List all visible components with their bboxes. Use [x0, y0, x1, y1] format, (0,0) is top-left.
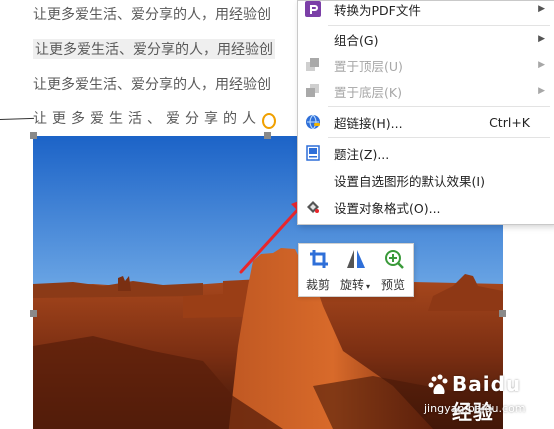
menu-separator [328, 137, 550, 138]
menu-item-group[interactable]: 组合(G) ▶ [298, 27, 554, 51]
menu-item-set-default-shape-effect[interactable]: 设置自选图形的默认效果(I) [298, 168, 554, 192]
document-text-line: 让更多爱生活、爱分享的人，用经验创 [33, 77, 271, 93]
pdf-icon [305, 1, 321, 17]
watermark-url: jingyan.baidu.com [424, 402, 526, 415]
preview-label: 预览 [380, 278, 405, 292]
preview-button[interactable]: 预览 [375, 244, 411, 296]
caption-icon [306, 145, 320, 161]
rotate-label: 旋转 ▾ [337, 276, 373, 293]
rotate-icon [347, 250, 365, 268]
send-to-back-icon [306, 84, 319, 97]
menu-item-send-to-back: 置于底层(K) ▶ [298, 79, 554, 103]
submenu-arrow-icon: ▶ [538, 86, 545, 96]
document-text-line: 让更多爱生活、爱分享的人，用经验创 [33, 7, 271, 23]
context-menu: 转换为PDF文件 ▶ 组合(G) ▶ 置于顶层(U) ▶ 置于底层(K) ▶ 超… [297, 0, 554, 225]
menu-item-label: 转换为PDF文件 [334, 2, 421, 18]
menu-item-format-object[interactable]: 设置对象格式(O)... [298, 195, 554, 219]
menu-item-label: 置于顶层(U) [334, 58, 403, 74]
menu-item-convert-to-pdf[interactable]: 转换为PDF文件 ▶ [298, 0, 554, 21]
crop-icon [310, 250, 328, 268]
menu-item-label: 组合(G) [334, 32, 379, 48]
resize-handle-top-middle[interactable] [264, 132, 271, 139]
menu-separator [328, 106, 550, 107]
menu-item-caption[interactable]: 题注(Z)... [298, 141, 554, 165]
rotate-text: 旋转 [339, 278, 364, 292]
chevron-down-icon: ▾ [366, 282, 371, 291]
anchor-icon [262, 113, 276, 129]
document-text-line: 让更多爱生活、爱分享的人 [33, 111, 261, 127]
image-mini-toolbar: 裁剪 旋转 ▾ 预览 [298, 243, 414, 297]
resize-handle-top-left[interactable] [30, 132, 37, 139]
submenu-arrow-icon: ▶ [538, 4, 545, 14]
menu-item-label: 设置自选图形的默认效果(I) [334, 173, 485, 189]
baidu-paw-logo [428, 374, 448, 394]
anchor-line [0, 117, 34, 120]
resize-handle-middle-left[interactable] [30, 310, 37, 317]
crop-button[interactable]: 裁剪 [300, 244, 336, 296]
menu-item-label: 置于底层(K) [334, 84, 402, 100]
menu-item-hyperlink[interactable]: 超链接(H)... Ctrl+K [298, 110, 554, 134]
zoom-in-icon [385, 250, 404, 269]
hyperlink-icon [306, 114, 320, 130]
menu-separator [328, 25, 550, 26]
baidu-jingyan-watermark: Baidu 经验 jingyan.baidu.com [418, 368, 548, 424]
menu-item-label: 题注(Z)... [334, 146, 390, 162]
submenu-arrow-icon: ▶ [538, 60, 545, 70]
menu-item-bring-to-front: 置于顶层(U) ▶ [298, 53, 554, 77]
crop-label: 裁剪 [305, 278, 330, 292]
document-text-line: 让更多爱生活、爱分享的人，用经验创 [33, 39, 275, 59]
menu-item-label: 设置对象格式(O)... [334, 200, 441, 216]
resize-handle-middle-right[interactable] [499, 310, 506, 317]
submenu-arrow-icon: ▶ [538, 34, 545, 44]
bring-to-front-icon [306, 58, 319, 71]
menu-item-label: 超链接(H)... [334, 115, 403, 131]
menu-item-shortcut: Ctrl+K [489, 114, 530, 130]
format-object-icon [307, 201, 319, 213]
watermark-brand: Baidu 经验 [452, 372, 522, 424]
rotate-button[interactable]: 旋转 ▾ [337, 244, 373, 296]
